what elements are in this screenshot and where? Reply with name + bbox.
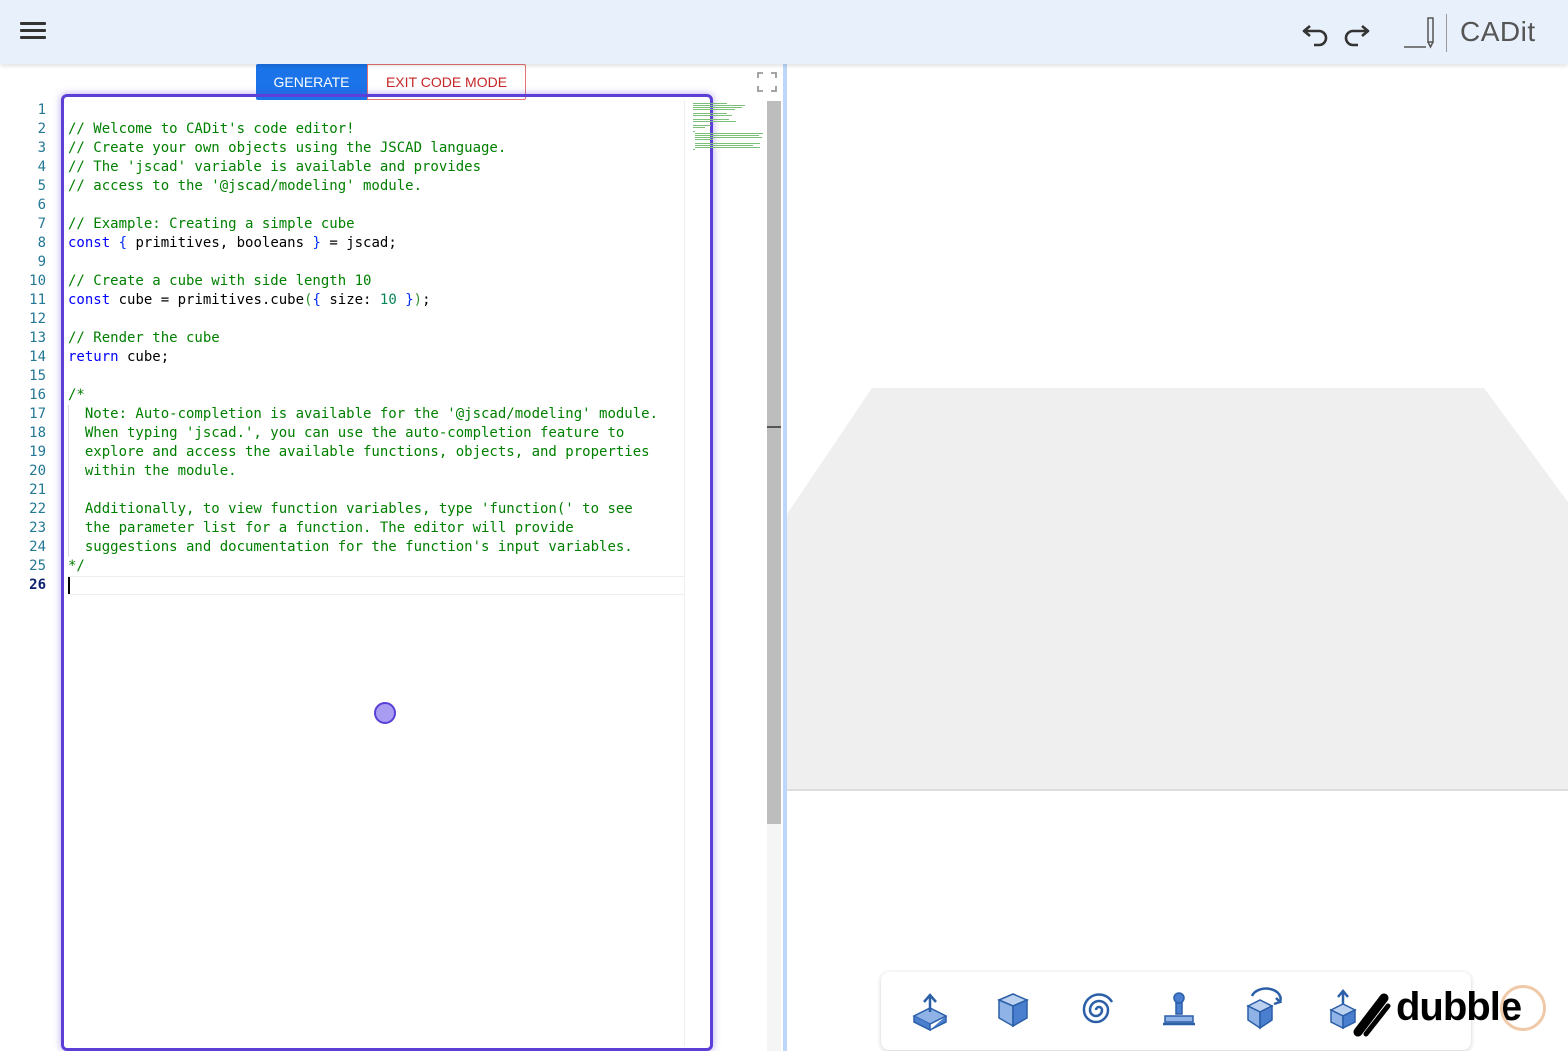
minimap-line (693, 103, 727, 104)
dubble-logo-icon (1353, 993, 1391, 1037)
scrollbar-marker (767, 426, 781, 428)
line-number: 15 (29, 368, 46, 384)
editor-selection-frame (61, 94, 713, 1051)
minimap-line (693, 107, 742, 108)
line-number: 21 (29, 482, 46, 498)
pencil-logo-icon (1404, 17, 1434, 49)
line-number: 10 (29, 273, 46, 289)
line-number: 14 (29, 349, 46, 365)
line-number: 18 (29, 425, 46, 441)
pointer-indicator (374, 702, 396, 724)
minimap-line (693, 121, 736, 122)
line-number: 7 (37, 216, 46, 232)
line-number: 11 (29, 292, 46, 308)
line-number: 1 (37, 102, 46, 118)
minimap-line (693, 125, 711, 126)
minimap-line (693, 105, 745, 106)
line-number: 2 (37, 121, 46, 137)
line-number: 8 (37, 235, 46, 251)
minimap-line (693, 115, 732, 116)
extrude-icon[interactable] (906, 986, 954, 1034)
minimap-line (695, 137, 762, 138)
line-number: 6 (37, 197, 46, 213)
avatar[interactable] (1500, 985, 1546, 1031)
line-number-active: 26 (29, 577, 46, 593)
fullscreen-icon[interactable] (757, 72, 777, 92)
line-number: 23 (29, 520, 46, 536)
menu-icon[interactable] (20, 20, 46, 42)
redo-icon[interactable] (1340, 16, 1372, 48)
minimap-line (693, 149, 695, 150)
minimap-line (695, 147, 760, 148)
line-number: 3 (37, 140, 46, 156)
line-number: 16 (29, 387, 46, 403)
editor-scrollbar-thumb[interactable] (767, 101, 781, 824)
line-number: 12 (29, 311, 46, 327)
minimap-line (695, 143, 760, 144)
line-number: 5 (37, 178, 46, 194)
minimap-line (693, 119, 729, 120)
minimap-line (695, 135, 759, 136)
line-number: 9 (37, 254, 46, 270)
top-bar: CADit (0, 0, 1568, 64)
ground-plane (787, 388, 1568, 791)
brand-separator (1446, 14, 1447, 52)
line-number: 20 (29, 463, 46, 479)
app-brand: CADit (1460, 16, 1536, 47)
line-number: 22 (29, 501, 46, 517)
stamp-icon[interactable] (1155, 986, 1203, 1034)
line-number: 13 (29, 330, 46, 346)
line-number: 25 (29, 558, 46, 574)
minimap-line (695, 133, 763, 134)
line-number-gutter: 1 2 3 4 5 6 7 8 9 10 11 12 13 14 15 16 1… (0, 101, 46, 595)
spiral-icon[interactable] (1072, 986, 1120, 1034)
minimap-line (695, 139, 713, 140)
rotate-icon[interactable] (1238, 986, 1286, 1034)
line-number: 19 (29, 444, 46, 460)
minimap-line (693, 131, 695, 132)
line-number: 24 (29, 539, 46, 555)
minimap-line (695, 145, 753, 146)
line-number: 4 (37, 159, 46, 175)
code-minimap[interactable] (693, 101, 767, 161)
minimap-line (693, 113, 727, 114)
minimap-line (693, 127, 705, 128)
3d-viewer[interactable] (787, 64, 1568, 1051)
undo-icon[interactable] (1300, 16, 1332, 48)
line-number: 17 (29, 406, 46, 422)
minimap-line (693, 109, 735, 110)
box-icon[interactable] (989, 986, 1037, 1034)
